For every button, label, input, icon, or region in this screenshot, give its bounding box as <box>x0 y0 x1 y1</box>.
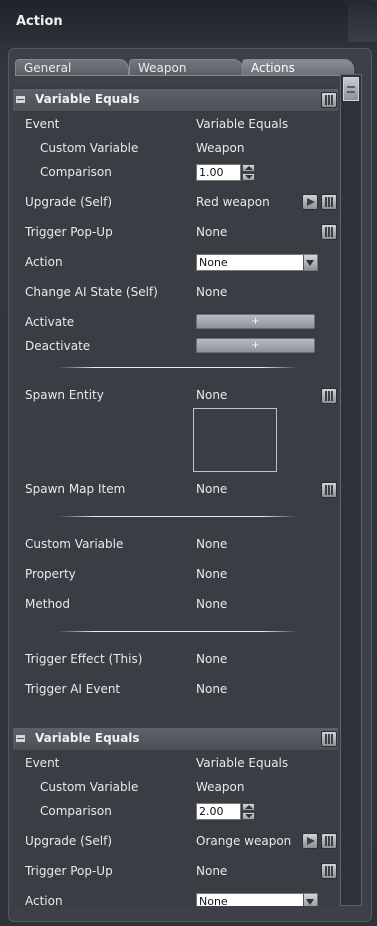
action-select-value: None <box>199 895 228 906</box>
delete-section-trash-icon[interactable] <box>321 92 337 108</box>
activate-label: Activate <box>25 315 75 329</box>
trigger-effect-value: None <box>196 652 228 666</box>
clear-spawn-map-item-trash-icon[interactable] <box>321 482 337 498</box>
custom-variable-value: Weapon <box>196 141 245 155</box>
change-ai-state-value: None <box>196 285 228 299</box>
event-label: Event <box>25 756 60 770</box>
activate-add-button[interactable]: + <box>196 314 315 329</box>
title-bar[interactable]: Action <box>0 0 348 42</box>
custom-variable-2-label: Custom Variable <box>25 537 124 551</box>
divider <box>58 367 298 368</box>
section-header[interactable]: Variable Equals <box>13 89 338 111</box>
spawn-entity-value: None <box>196 388 228 402</box>
deactivate-label: Deactivate <box>25 339 91 353</box>
section-header[interactable]: Variable Equals <box>13 728 338 750</box>
change-ai-state-label: Change AI State (Self) <box>25 285 158 299</box>
clear-upgrade-trash-icon[interactable] <box>321 194 337 210</box>
clear-upgrade-trash-icon[interactable] <box>321 833 337 849</box>
collapse-icon[interactable] <box>16 96 25 103</box>
action-select[interactable]: None <box>196 254 318 271</box>
window-title: Action <box>16 14 63 29</box>
custom-variable-label: Custom Variable <box>40 141 139 155</box>
entity-preview-box[interactable] <box>193 408 277 472</box>
clear-popup-trash-icon[interactable] <box>321 863 337 879</box>
comparison-input[interactable]: 1.00 <box>196 164 241 181</box>
go-to-arrow-icon[interactable] <box>302 194 318 210</box>
method-value: None <box>196 597 228 611</box>
comparison-label: Comparison <box>40 804 112 818</box>
event-label: Event <box>25 117 60 131</box>
property-value: None <box>196 567 228 581</box>
upgrade-value: Orange weapon <box>196 834 292 848</box>
section-title: Variable Equals <box>35 731 140 745</box>
title-bar-accent <box>348 6 377 42</box>
stepper-up-icon[interactable] <box>242 803 255 811</box>
action-window: Action General Weapon Actions Variable E… <box>0 0 377 926</box>
event-value: Variable Equals <box>196 756 289 770</box>
comparison-input[interactable]: 2.00 <box>196 803 241 820</box>
action-label: Action <box>25 894 63 906</box>
trigger-effect-label: Trigger Effect (This) <box>25 652 143 666</box>
trigger-popup-value: None <box>196 225 228 239</box>
trigger-popup-value: None <box>196 864 228 878</box>
trigger-popup-label: Trigger Pop-Up <box>25 864 113 878</box>
vertical-scrollbar[interactable] <box>340 74 362 906</box>
actions-list: Variable Equals Event Variable Equals Cu… <box>13 86 338 906</box>
trigger-ai-event-label: Trigger AI Event <box>25 682 121 696</box>
stepper-down-icon[interactable] <box>242 812 255 820</box>
tab-weapon[interactable]: Weapon <box>129 59 243 76</box>
spawn-map-item-value: None <box>196 482 228 496</box>
comparison-stepper[interactable]: 1.00 <box>196 164 256 181</box>
comparison-label: Comparison <box>40 165 112 179</box>
tab-actions[interactable]: Actions <box>242 59 354 76</box>
action-select[interactable]: None <box>196 893 318 906</box>
action-label: Action <box>25 255 63 269</box>
scrollbar-thumb[interactable] <box>343 77 359 101</box>
chevron-down-icon[interactable] <box>303 894 317 906</box>
divider <box>58 631 298 632</box>
custom-variable-label: Custom Variable <box>40 780 139 794</box>
stepper-up-icon[interactable] <box>242 164 255 172</box>
action-select-value: None <box>199 256 228 269</box>
trigger-popup-label: Trigger Pop-Up <box>25 225 113 239</box>
custom-variable-value: Weapon <box>196 780 245 794</box>
trigger-ai-event-value: None <box>196 682 228 696</box>
clear-spawn-entity-trash-icon[interactable] <box>321 388 337 404</box>
deactivate-add-button[interactable]: + <box>196 338 315 353</box>
tab-general[interactable]: General <box>15 59 129 76</box>
collapse-icon[interactable] <box>16 735 25 742</box>
stepper-down-icon[interactable] <box>242 173 255 181</box>
method-label: Method <box>25 597 71 611</box>
delete-section-trash-icon[interactable] <box>321 731 337 747</box>
upgrade-value: Red weapon <box>196 195 270 209</box>
custom-variable-2-value: None <box>196 537 228 551</box>
upgrade-label: Upgrade (Self) <box>25 834 113 848</box>
spawn-entity-label: Spawn Entity <box>25 388 104 402</box>
chevron-down-icon[interactable] <box>303 255 317 270</box>
event-value: Variable Equals <box>196 117 289 131</box>
spawn-map-item-label: Spawn Map Item <box>25 482 126 496</box>
upgrade-label: Upgrade (Self) <box>25 195 113 209</box>
clear-popup-trash-icon[interactable] <box>321 224 337 240</box>
comparison-stepper[interactable]: 2.00 <box>196 803 256 820</box>
go-to-arrow-icon[interactable] <box>302 833 318 849</box>
property-label: Property <box>25 567 76 581</box>
section-title: Variable Equals <box>35 92 140 106</box>
divider <box>58 516 298 517</box>
